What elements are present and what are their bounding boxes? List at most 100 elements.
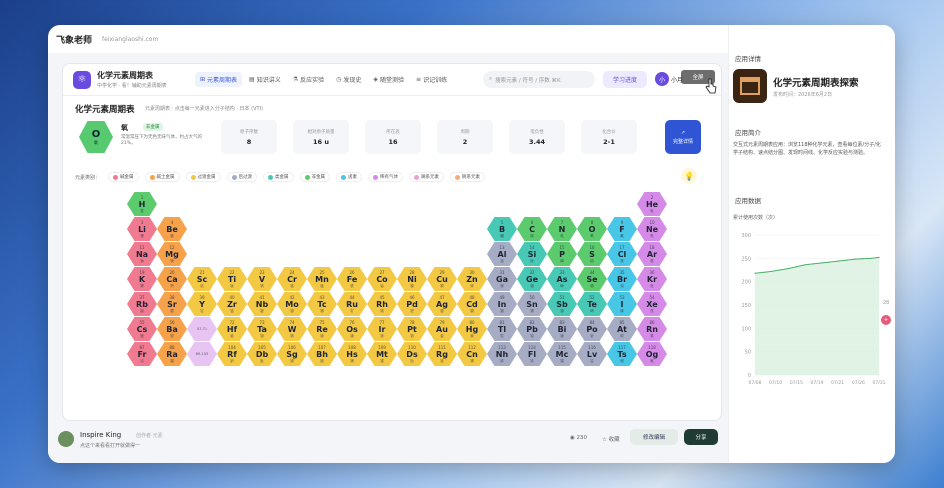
element-cell[interactable]: 46 Pd 钯 — [397, 292, 427, 316]
element-cell[interactable]: 110 Ds 𫟼 — [397, 342, 427, 366]
element-cell[interactable]: 23 V 钒 — [247, 267, 277, 291]
favorite-button[interactable]: ☆ 收藏 — [602, 435, 620, 443]
element-cell[interactable]: 114 Fl 𫓧 — [517, 342, 547, 366]
element-cell[interactable]: 104 Rf 𬬻 — [217, 342, 247, 366]
element-cell[interactable]: 57-71 — [187, 317, 217, 341]
element-cell[interactable]: 2 He 氦 — [637, 192, 667, 216]
element-cell[interactable]: 81 Tl 铊 — [487, 317, 517, 341]
element-cell[interactable]: 16 S 硫 — [577, 242, 607, 266]
element-cell[interactable]: 108 Hs 𬭶 — [337, 342, 367, 366]
element-cell[interactable]: 112 Cn 鿔 — [457, 342, 487, 366]
element-cell[interactable]: 116 Lv 𫟷 — [577, 342, 607, 366]
element-cell[interactable]: 113 Nh 鿭 — [487, 342, 517, 366]
element-cell[interactable]: 21 Sc 钪 — [187, 267, 217, 291]
element-cell[interactable]: 50 Sn 锡 — [517, 292, 547, 316]
element-cell[interactable]: 89-103 — [187, 342, 217, 366]
element-cell[interactable]: 111 Rg 𬬭 — [427, 342, 457, 366]
element-number: 79 — [439, 320, 445, 325]
element-cell[interactable]: 72 Hf 铪 — [217, 317, 247, 341]
element-cell[interactable]: 3 Li 锂 — [127, 217, 157, 241]
element-cell[interactable]: 9F氟 — [607, 217, 637, 241]
element-cell[interactable]: 13 Al 铝 — [487, 242, 517, 266]
element-cell[interactable]: 20 Ca 钙 — [157, 267, 187, 291]
element-cell[interactable]: 37 Rb 铷 — [127, 292, 157, 316]
element-cell[interactable]: 88 Ra 镭 — [157, 342, 187, 366]
element-cell[interactable]: 8O氧 — [577, 217, 607, 241]
element-cell[interactable]: 53 I 碘 — [607, 292, 637, 316]
element-cell[interactable]: 41 Nb 铌 — [247, 292, 277, 316]
element-cell[interactable]: 4 Be 铍 — [157, 217, 187, 241]
element-cell[interactable]: 40 Zr 锆 — [217, 292, 247, 316]
element-cell[interactable]: 36 Kr 氪 — [637, 267, 667, 291]
element-cell[interactable]: 84 Po 钋 — [577, 317, 607, 341]
element-cell[interactable]: 35 Br 溴 — [607, 267, 637, 291]
element-cell[interactable]: 5B硼 — [487, 217, 517, 241]
site-topbar: 飞象老师 feixianglaoshi.com — [48, 25, 728, 53]
element-cell[interactable]: 52 Te 碲 — [577, 292, 607, 316]
element-cell[interactable]: 38 Sr 锶 — [157, 292, 187, 316]
element-cell[interactable]: 24 Cr 铬 — [277, 267, 307, 291]
author-avatar[interactable] — [58, 431, 74, 447]
element-cell[interactable]: 10 Ne 氖 — [637, 217, 667, 241]
element-cell[interactable]: 47 Ag 银 — [427, 292, 457, 316]
element-cell[interactable]: 29 Cu 铜 — [427, 267, 457, 291]
chart-point — [787, 268, 789, 270]
element-cell[interactable]: 79 Au 金 — [427, 317, 457, 341]
element-cell[interactable]: 33 As 砷 — [547, 267, 577, 291]
element-cell[interactable]: 105 Db 𬭊 — [247, 342, 277, 366]
site-logo[interactable]: 飞象老师 — [56, 33, 92, 46]
element-cell[interactable]: 6C碳 — [517, 217, 547, 241]
element-cell[interactable]: 42 Mo 钼 — [277, 292, 307, 316]
element-cell[interactable]: 45 Rh 铑 — [367, 292, 397, 316]
element-cell[interactable]: 11 Na 钠 — [127, 242, 157, 266]
element-cell[interactable]: 44 Ru 钌 — [337, 292, 367, 316]
element-cell[interactable]: 18 Ar 氩 — [637, 242, 667, 266]
element-cell[interactable]: 39 Y 钇 — [187, 292, 217, 316]
element-cell[interactable]: 76 Os 锇 — [337, 317, 367, 341]
element-cell[interactable]: 85 At 砹 — [607, 317, 637, 341]
author-name[interactable]: Inspire King — [80, 431, 121, 439]
share-button[interactable]: 分享 — [684, 429, 718, 445]
element-cell[interactable]: 74 W 钨 — [277, 317, 307, 341]
element-cell[interactable]: 17 Cl 氯 — [607, 242, 637, 266]
element-cell[interactable]: 12 Mg 镁 — [157, 242, 187, 266]
element-cell[interactable]: 86 Rn 氡 — [637, 317, 667, 341]
element-cell[interactable]: 115 Mc 镆 — [547, 342, 577, 366]
element-cell[interactable]: 28 Ni 镍 — [397, 267, 427, 291]
element-cell[interactable]: 30 Zn 锌 — [457, 267, 487, 291]
element-cell[interactable]: 87 Fr 钫 — [127, 342, 157, 366]
element-cell[interactable]: 118 Og 鿫 — [637, 342, 667, 366]
element-cell[interactable]: 43 Tc 锝 — [307, 292, 337, 316]
element-cell[interactable]: 56 Ba 钡 — [157, 317, 187, 341]
side-action-button[interactable]: + — [881, 315, 891, 325]
element-cell[interactable]: 82 Pb 铅 — [517, 317, 547, 341]
element-cell[interactable]: 51 Sb 锑 — [547, 292, 577, 316]
element-cell[interactable]: 34 Se 硒 — [577, 267, 607, 291]
element-cell[interactable]: 117 Ts 鿬 — [607, 342, 637, 366]
element-cell[interactable]: 22 Ti 钛 — [217, 267, 247, 291]
element-cell[interactable]: 14 Si 硅 — [517, 242, 547, 266]
element-cell[interactable]: 1H氢 — [127, 192, 157, 216]
element-cell[interactable]: 31 Ga 镓 — [487, 267, 517, 291]
element-cell[interactable]: 19 K 钾 — [127, 267, 157, 291]
element-cell[interactable]: 49 In 铟 — [487, 292, 517, 316]
element-cell[interactable]: 78 Pt 铂 — [397, 317, 427, 341]
element-cell[interactable]: 107 Bh 𬭛 — [307, 342, 337, 366]
element-cell[interactable]: 106 Sg 𬭳 — [277, 342, 307, 366]
element-cell[interactable]: 83 Bi 铋 — [547, 317, 577, 341]
element-cell[interactable]: 25 Mn 锰 — [307, 267, 337, 291]
element-cell[interactable]: 55 Cs 铯 — [127, 317, 157, 341]
element-cell[interactable]: 73 Ta 钽 — [247, 317, 277, 341]
element-cell[interactable]: 80 Hg 汞 — [457, 317, 487, 341]
element-cell[interactable]: 27 Co 钴 — [367, 267, 397, 291]
remix-button[interactable]: 修改编辑 — [630, 429, 678, 445]
element-cell[interactable]: 15 P 磷 — [547, 242, 577, 266]
element-cell[interactable]: 7N氮 — [547, 217, 577, 241]
element-cell[interactable]: 54 Xe 氙 — [637, 292, 667, 316]
element-cell[interactable]: 26 Fe 铁 — [337, 267, 367, 291]
element-cell[interactable]: 77 Ir 铱 — [367, 317, 397, 341]
element-cell[interactable]: 48 Cd 镉 — [457, 292, 487, 316]
element-cell[interactable]: 75 Re 铼 — [307, 317, 337, 341]
element-cell[interactable]: 32 Ge 锗 — [517, 267, 547, 291]
element-cell[interactable]: 109 Mt 鿏 — [367, 342, 397, 366]
